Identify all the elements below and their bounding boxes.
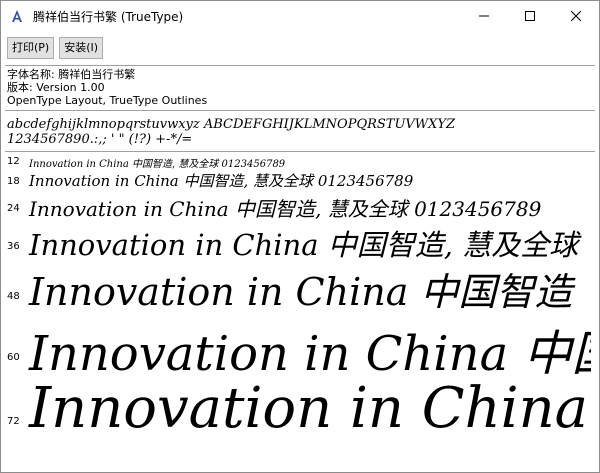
print-button[interactable]: 打印(P) — [7, 37, 55, 59]
size-row: 12 Innovation in China 中国智造, 慧及全球 012345… — [1, 152, 591, 170]
minimize-icon — [479, 15, 489, 17]
size-row: 60 Innovation in China 中国 — [1, 312, 591, 382]
size-row: 24 Innovation in China 中国智造, 慧及全球 012345… — [1, 191, 591, 221]
install-button[interactable]: 安装(I) — [59, 37, 104, 59]
size-label: 72 — [7, 416, 20, 427]
size-row: 36 Innovation in China 中国智造, 慧及全球 — [1, 219, 591, 262]
size-label: 48 — [7, 291, 20, 302]
size-preview-list: 12 Innovation in China 中国智造, 慧及全球 012345… — [1, 152, 591, 451]
font-info: 字体名称: 腾祥伯当行书繁 版本: Version 1.00 OpenType … — [1, 66, 599, 107]
size-label: 12 — [7, 156, 20, 167]
layout-line: OpenType Layout, TrueType Outlines — [7, 94, 208, 107]
size-sample-text: Innovation in China — [29, 376, 589, 441]
size-sample-text: Innovation in China 中国智造, 慧及全球 012345678… — [29, 172, 414, 190]
size-row: 18 Innovation in China 中国智造, 慧及全球 012345… — [1, 169, 591, 191]
size-row: 48 Innovation in China 中国智造 — [1, 259, 591, 314]
size-label: 36 — [7, 241, 20, 252]
font-viewer-window: 腾祥伯当行书繁 (TrueType) 打印(P) 安装(I) 字体名称: 腾祥伯… — [0, 0, 600, 473]
toolbar: 打印(P) 安装(I) — [1, 31, 599, 65]
character-sample: abcdefghijklmnopqrstuvwxyz ABCDEFGHIJKLM… — [1, 111, 599, 151]
font-name-line: 字体名称: 腾祥伯当行书繁 — [7, 68, 136, 81]
font-file-icon — [9, 8, 25, 24]
size-sample-text: Innovation in China 中国 — [29, 326, 591, 382]
size-label: 60 — [7, 352, 20, 363]
size-sample-text: Innovation in China 中国智造, 慧及全球 012345678… — [29, 159, 286, 170]
maximize-icon — [525, 11, 535, 21]
title-bar[interactable]: 腾祥伯当行书繁 (TrueType) — [1, 1, 599, 31]
maximize-button[interactable] — [507, 1, 553, 31]
sample-digits: 1234567890.:,; ' " (!?) +-*/= — [7, 132, 193, 147]
sample-alphabet: abcdefghijklmnopqrstuvwxyz ABCDEFGHIJKLM… — [7, 117, 456, 132]
size-row: 72 Innovation in China — [1, 376, 591, 451]
close-icon — [571, 11, 581, 21]
size-label: 18 — [7, 176, 20, 187]
size-sample-text: Innovation in China 中国智造, 慧及全球 — [29, 228, 579, 262]
size-sample-text: Innovation in China 中国智造, 慧及全球 012345678… — [29, 197, 542, 221]
close-button[interactable] — [553, 1, 599, 31]
window-title: 腾祥伯当行书繁 (TrueType) — [33, 9, 184, 24]
size-label: 24 — [7, 203, 20, 214]
minimize-button[interactable] — [461, 1, 507, 31]
size-sample-text: Innovation in China 中国智造 — [29, 270, 573, 314]
version-line: 版本: Version 1.00 — [7, 81, 105, 94]
